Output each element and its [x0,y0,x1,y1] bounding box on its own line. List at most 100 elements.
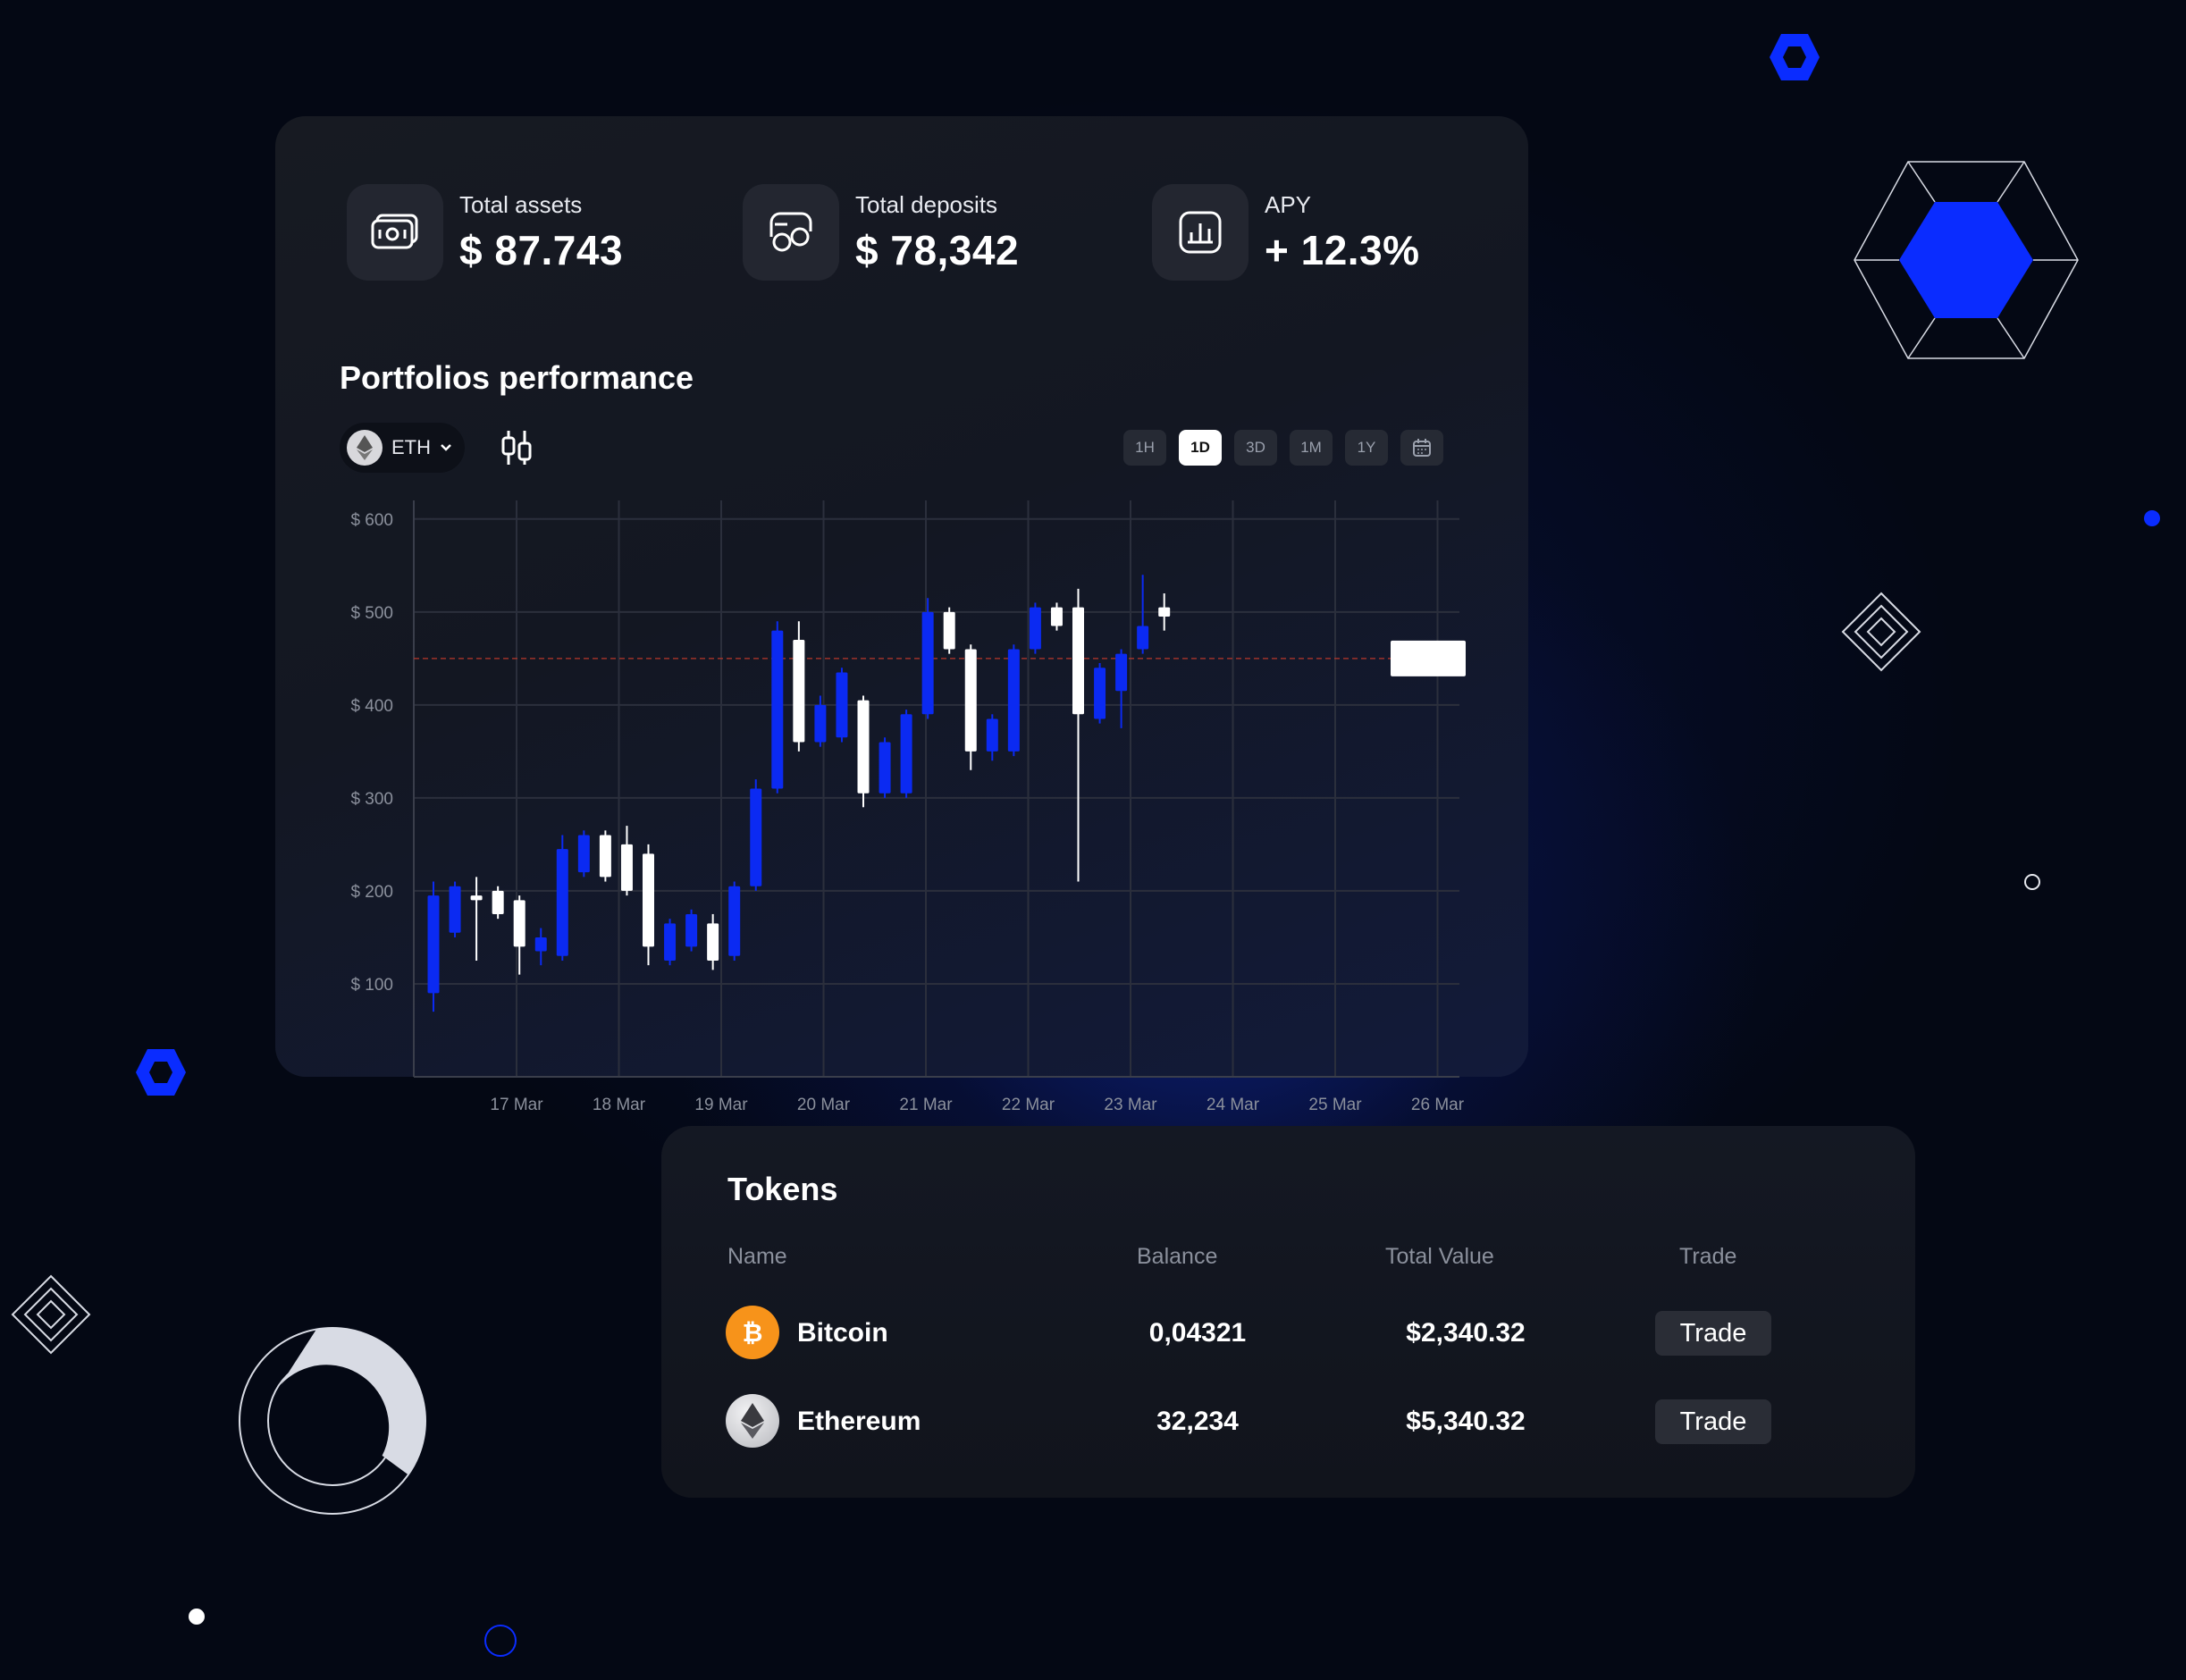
calendar-button[interactable] [1400,430,1443,466]
token-name: Ethereum [797,1407,921,1436]
y-tick-label: $ 200 [350,883,393,902]
stat-total-deposits: Total deposits $ 78,342 [743,184,1019,281]
candle-body [643,853,654,947]
candle-body [1072,607,1084,715]
range-button-1m[interactable]: 1M [1290,430,1333,466]
y-tick-label: $ 100 [350,976,393,995]
token-total-value: $5,340.32 [1406,1407,1526,1436]
x-tick-label: 23 Mar [1104,1096,1157,1114]
dot-decoration-bottom-left [189,1609,205,1625]
candle-body [1115,653,1128,692]
current-price-marker [1391,640,1466,676]
banknote-icon [347,184,443,281]
stat-total-assets: Total assets $ 87.743 [347,184,623,281]
candle-body [879,742,891,794]
candle-body [599,835,611,878]
y-tick-label: $ 600 [350,511,393,530]
candle-body [449,886,461,933]
ethereum-icon [726,1394,779,1448]
candle-body [900,714,912,794]
candle-body [771,630,784,789]
ethereum-icon [347,430,383,466]
candlestick-toggle-icon[interactable] [499,429,534,466]
range-button-1d[interactable]: 1D [1179,430,1222,466]
x-tick-label: 22 Mar [1002,1096,1055,1114]
candle-body [986,718,998,752]
candle-body [556,849,568,956]
ring-decoration-bottom [484,1625,517,1657]
token-total-value: $2,340.32 [1406,1318,1526,1348]
asset-selector-label: ETH [391,436,431,458]
x-tick-label: 26 Mar [1411,1096,1465,1114]
tokens-card: Tokens Name Balance Total Value Trade ₿ … [661,1126,1915,1498]
candle-body [1158,607,1171,617]
performance-title: Portfolios performance [340,359,694,396]
column-header-name: Name [727,1244,787,1269]
candle-body [620,844,633,891]
candle-body [1029,607,1041,650]
y-tick-label: $ 300 [350,790,393,809]
diamond-decoration-right [1841,592,1921,672]
diamond-decoration-left [11,1274,91,1355]
candle-body [1094,668,1106,719]
asset-selector[interactable]: ETH [340,423,465,473]
x-tick-label: 25 Mar [1308,1096,1362,1114]
candle-body [857,700,870,794]
bitcoin-icon: ₿ [726,1306,779,1359]
performance-card: Total assets $ 87.743 Total deposits $ 7… [275,116,1528,1114]
stat-value: + 12.3% [1265,226,1420,273]
candle-body [728,886,741,956]
token-balance: 32,234 [1156,1407,1239,1436]
candle-body [750,788,762,886]
stat-label: Total assets [459,190,583,218]
candle-body [1007,649,1020,752]
candle-body [707,923,719,961]
x-tick-label: 18 Mar [593,1096,646,1114]
stat-value: $ 78,342 [855,226,1020,273]
y-tick-label: $ 500 [350,604,393,623]
x-tick-label: 19 Mar [694,1096,748,1114]
token-row: Ethereum 32,234 $5,340.32 Trade [661,1394,1915,1448]
trade-button[interactable]: Trade [1655,1399,1771,1444]
token-name: Bitcoin [797,1318,888,1348]
stat-apy: APY + 12.3% [1152,184,1420,281]
candle-body [685,913,698,947]
x-tick-label: 17 Mar [490,1096,543,1114]
y-tick-label: $ 400 [350,697,393,716]
candle-body [470,895,483,901]
candle-body [836,672,848,738]
candle-body [534,937,547,952]
svg-text:₿: ₿ [743,1318,763,1348]
coins-hand-icon [743,184,839,281]
column-header-trade: Trade [1679,1244,1737,1269]
calendar-icon [1413,439,1431,457]
hexagon-decoration-top [1770,34,1820,80]
hexagon-decoration-left [136,1049,186,1096]
candle-body [1137,626,1149,650]
trade-button[interactable]: Trade [1655,1311,1771,1356]
x-tick-label: 24 Mar [1207,1096,1260,1114]
token-row: ₿ Bitcoin 0,04321 $2,340.32 Trade [661,1306,1915,1359]
token-balance: 0,04321 [1148,1318,1247,1348]
chevron-down-icon [441,444,451,451]
stat-value: $ 87.743 [459,226,624,273]
dot-decoration-right [2144,510,2160,526]
candle-body [943,611,955,650]
column-header-balance: Balance [1137,1244,1218,1269]
candle-body [793,640,805,743]
candle-body [492,890,504,914]
range-button-1h[interactable]: 1H [1123,430,1166,466]
candle-body [513,900,525,947]
donut-decoration [239,1327,426,1515]
x-tick-label: 21 Mar [899,1096,953,1114]
candlestick-chart: 17 Mar 18 Mar 19 Mar 20 Mar 21 Mar 22 Mar 23 M… [350,500,1466,1114]
bar-chart-icon [1152,184,1249,281]
tokens-title: Tokens [727,1171,838,1207]
stat-label: Total deposits [855,190,997,218]
column-header-total-value: Total Value [1385,1244,1494,1269]
range-button-1y[interactable]: 1Y [1345,430,1388,466]
candle-body [577,835,590,873]
candle-body [921,611,934,715]
range-button-3d[interactable]: 3D [1234,430,1277,466]
candle-body [427,895,440,994]
